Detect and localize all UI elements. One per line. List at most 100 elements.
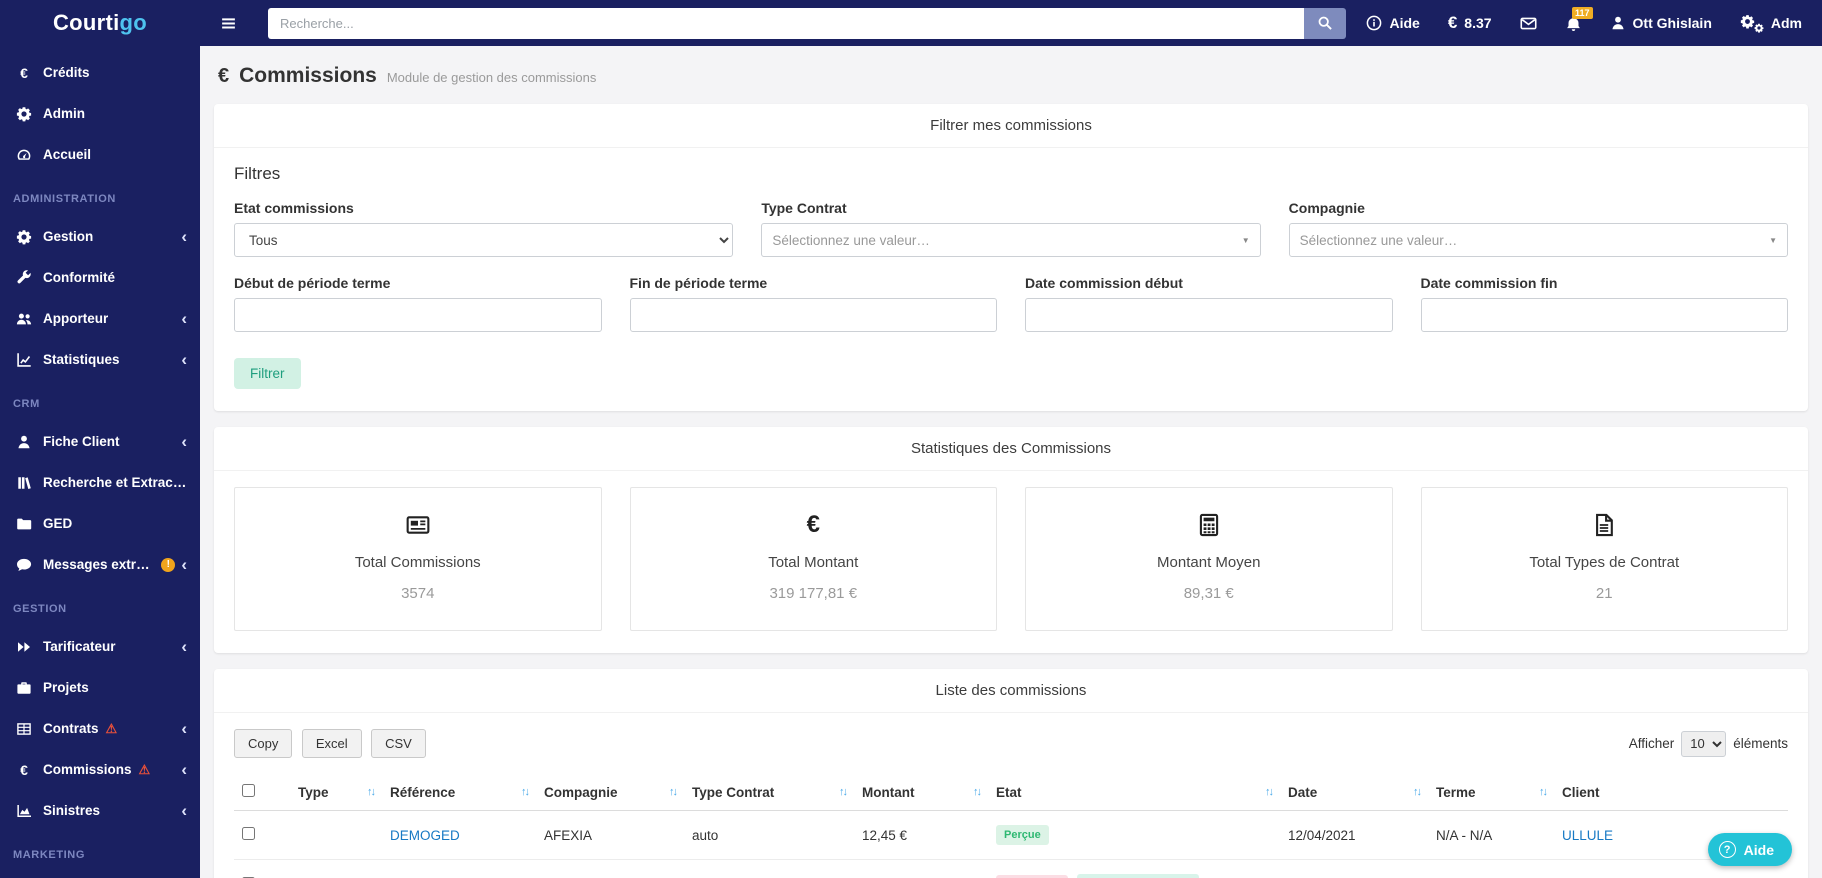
cell-compagnie: AFEXIA: [536, 810, 684, 860]
warning-icon: ⚠: [105, 720, 118, 736]
search-icon: [1317, 15, 1333, 31]
cogs-icon: [1740, 13, 1764, 33]
books-icon: [13, 475, 35, 491]
floating-aide-button[interactable]: ? Aide: [1707, 833, 1792, 866]
col-reference[interactable]: Référence ↑↓: [382, 774, 536, 811]
sidebar-item-recherche-extraction[interactable]: Recherche et Extraction: [0, 462, 200, 503]
filter-card-title: Filtrer mes commissions: [214, 104, 1808, 148]
compagnie-select[interactable]: Sélectionnez une valeur… ▼: [1288, 223, 1788, 257]
client-link[interactable]: ULLULE: [1562, 828, 1613, 843]
csv-button[interactable]: CSV: [371, 729, 426, 758]
sidebar-item-apporteur[interactable]: Apporteur ‹: [0, 298, 200, 339]
col-date[interactable]: Date ↑↓: [1280, 774, 1428, 811]
stats-card: Statistiques des Commissions Total Commi…: [214, 427, 1808, 653]
search-input[interactable]: [268, 7, 1304, 39]
dashboard-icon: [13, 147, 35, 163]
col-type[interactable]: Type ↑↓: [290, 774, 382, 811]
wrench-icon: [13, 270, 35, 286]
euro-icon: €: [20, 761, 28, 778]
copy-button[interactable]: Copy: [234, 729, 293, 758]
sidebar-item-gestion[interactable]: Gestion ‹: [0, 216, 200, 257]
excel-button[interactable]: Excel: [301, 729, 362, 758]
page-length-control: Afficher 10 éléments: [1628, 730, 1788, 757]
col-montant[interactable]: Montant ↑↓: [854, 774, 988, 811]
sidebar-item-conformite[interactable]: Conformité: [0, 257, 200, 298]
status-badge: Perçue: [996, 825, 1049, 845]
sidebar-item-contrats[interactable]: Contrats ⚠ ‹: [0, 708, 200, 749]
topbar-messages[interactable]: [1520, 15, 1537, 32]
gear-icon: [13, 229, 35, 245]
sort-icon: ↑↓: [1413, 786, 1422, 798]
select-all-checkbox[interactable]: [242, 784, 255, 797]
chevron-left-icon: ‹: [181, 309, 187, 328]
sort-icon: ↑↓: [973, 786, 982, 798]
col-terme[interactable]: Terme ↑↓: [1428, 774, 1554, 811]
sidebar-item-projets[interactable]: Projets: [0, 667, 200, 708]
cell-select: [234, 859, 290, 878]
newspaper-icon: [245, 512, 591, 538]
type-contrat-field: Type Contrat Sélectionnez une valeur… ▼: [761, 200, 1261, 257]
etat-commissions-select[interactable]: Tous: [234, 223, 734, 257]
warning-icon: ⚠: [138, 761, 151, 777]
sidebar-item-credits[interactable]: € Crédits: [0, 52, 200, 93]
sidebar-item-commissions[interactable]: € Commissions ⚠ ‹: [0, 749, 200, 790]
passer-en-percue-button[interactable]: Passer en perçue✔: [1077, 874, 1199, 878]
debut-terme-input[interactable]: [234, 298, 602, 332]
sidebar-section-marketing: MARKETING: [13, 848, 86, 861]
search-button[interactable]: [1304, 7, 1346, 39]
chevron-left-icon: ‹: [181, 432, 187, 451]
sidebar-item-messages-extranet[interactable]: Messages extranet ! ‹: [0, 544, 200, 585]
topbar-user[interactable]: Ott Ghislain: [1610, 15, 1712, 31]
app-root: Courti go € Crédits Admin Accueil ADMINIS…: [0, 0, 1822, 878]
user-icon: [1610, 15, 1626, 31]
cell-terme: N/A - N/A: [1428, 810, 1554, 860]
debut-terme-label: Début de période terme: [234, 275, 391, 291]
row-checkbox[interactable]: [242, 827, 255, 840]
topbar-admin[interactable]: Adm: [1740, 13, 1802, 33]
date-commission-debut-input[interactable]: [1025, 298, 1393, 332]
sidebar-item-sinistres[interactable]: Sinistres ‹: [0, 790, 200, 831]
topbar-notifications[interactable]: 117: [1565, 6, 1593, 32]
sidebar-item-statistiques[interactable]: Statistiques ‹: [0, 339, 200, 380]
type-contrat-select[interactable]: Sélectionnez une valeur… ▼: [761, 223, 1261, 257]
topbar-aide[interactable]: Aide: [1366, 15, 1420, 31]
fin-terme-input[interactable]: [629, 298, 997, 332]
sidebar-item-tarificateur[interactable]: Tarificateur ‹: [0, 626, 200, 667]
cell-type: [290, 810, 382, 860]
page-length-select[interactable]: 10: [1681, 730, 1727, 757]
sort-icon: ↑↓: [1539, 786, 1548, 798]
show-label: Afficher: [1628, 736, 1675, 751]
chevron-left-icon: ‹: [181, 350, 187, 369]
sidebar-item-fiche-client[interactable]: Fiche Client ‹: [0, 421, 200, 462]
sidebar-section-gestion: GESTION: [13, 602, 67, 615]
table-header-row: Type ↑↓ Référence ↑↓ Compagnie ↑↓ Type Cont…: [234, 774, 1788, 811]
col-compagnie[interactable]: Compagnie ↑↓: [536, 774, 684, 811]
col-type-contrat[interactable]: Type Contrat ↑↓: [684, 774, 854, 811]
info-icon: [1366, 15, 1382, 31]
table-icon: [13, 721, 35, 737]
logo[interactable]: Courti go: [0, 0, 200, 46]
menu-toggle-button[interactable]: [210, 5, 246, 41]
stats-card-body: Total Commissions 3574 € Total Montant 3…: [214, 471, 1808, 653]
cell-date: 12/04/2021: [1280, 859, 1428, 878]
stat-montant-moyen: Montant Moyen 89,31 €: [1025, 487, 1393, 631]
col-client[interactable]: Client: [1554, 774, 1788, 811]
topbar-balance[interactable]: € 8.37: [1448, 13, 1492, 33]
col-select: [234, 774, 290, 811]
sidebar-item-accueil[interactable]: Accueil: [0, 134, 200, 175]
date-commission-fin-input[interactable]: [1420, 298, 1788, 332]
chevron-left-icon: ‹: [181, 555, 187, 574]
chevron-left-icon: ‹: [181, 719, 187, 738]
cell-type: [290, 859, 382, 878]
sidebar-menu: € Crédits Admin Accueil ADMINISTRATION G…: [0, 46, 200, 872]
sidebar-item-admin[interactable]: Admin: [0, 93, 200, 134]
col-etat[interactable]: Etat ↑↓: [988, 774, 1280, 811]
sort-icon: ↑↓: [521, 786, 530, 798]
caret-down-icon: ▼: [1769, 235, 1777, 245]
folder-icon: [13, 516, 35, 532]
reference-link[interactable]: DEMOGED: [390, 828, 460, 843]
filtrer-button[interactable]: Filtrer: [234, 358, 301, 389]
fin-terme-label: Fin de période terme: [629, 275, 768, 291]
cell-etat: Perçue: [988, 810, 1280, 860]
sidebar-item-ged[interactable]: GED: [0, 503, 200, 544]
